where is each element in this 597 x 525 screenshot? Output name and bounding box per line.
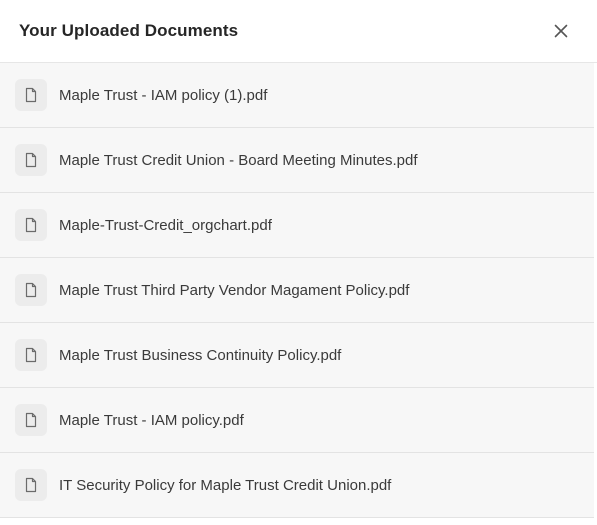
document-item[interactable]: IT Security Policy for Maple Trust Credi… (0, 453, 597, 518)
dialog-title: Your Uploaded Documents (19, 21, 239, 40)
document-item[interactable]: Maple Trust Credit Union - Board Meeting… (0, 128, 597, 193)
document-name: Maple Trust Third Party Vendor Magament … (59, 281, 410, 299)
file-icon (15, 339, 47, 371)
file-icon (15, 209, 47, 241)
document-name: Maple Trust - IAM policy.pdf (59, 411, 244, 429)
document-item[interactable]: Maple Trust - IAM policy.pdf (0, 388, 597, 453)
file-icon (15, 404, 47, 436)
file-icon (15, 469, 47, 501)
document-name: Maple Trust - IAM policy (1).pdf (59, 86, 268, 104)
document-item[interactable]: Maple Trust Third Party Vendor Magament … (0, 258, 597, 323)
dialog-header: Your Uploaded Documents (0, 0, 597, 63)
document-name: IT Security Policy for Maple Trust Credi… (59, 476, 392, 494)
document-name: Maple Trust Business Continuity Policy.p… (59, 346, 342, 364)
document-name: Maple-Trust-Credit_orgchart.pdf (59, 216, 272, 234)
close-icon (554, 24, 568, 38)
file-icon (15, 274, 47, 306)
document-item[interactable]: Maple Trust - IAM policy (1).pdf (0, 63, 597, 128)
uploaded-documents-dialog: Your Uploaded Documents Maple Trust - IA… (0, 0, 597, 525)
close-button[interactable] (551, 21, 571, 41)
documents-list: Maple Trust - IAM policy (1).pdf Maple T… (0, 63, 597, 518)
document-item[interactable]: Maple-Trust-Credit_orgchart.pdf (0, 193, 597, 258)
document-name: Maple Trust Credit Union - Board Meeting… (59, 151, 418, 169)
file-icon (15, 79, 47, 111)
file-icon (15, 144, 47, 176)
document-item[interactable]: Maple Trust Business Continuity Policy.p… (0, 323, 597, 388)
